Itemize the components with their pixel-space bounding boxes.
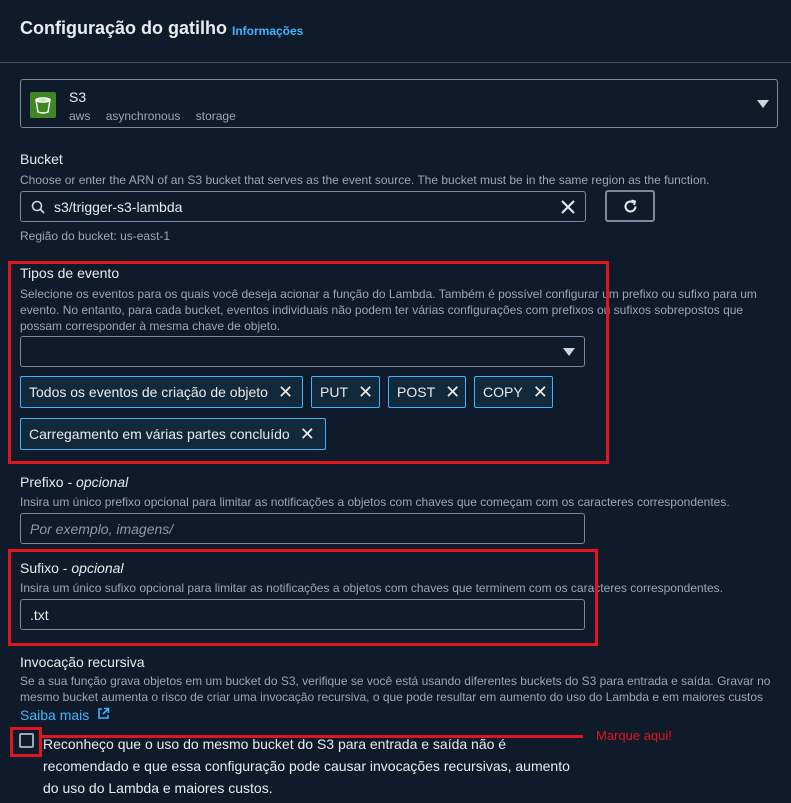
page-title: Configuração do gatilho <box>20 18 227 38</box>
prefix-label: Prefixo - opcional <box>20 474 129 490</box>
caret-down-icon <box>757 100 769 108</box>
prefix-description: Insira um único prefixo opcional para li… <box>20 495 730 509</box>
learn-more-link[interactable]: Saiba mais <box>20 707 110 725</box>
bucket-description: Choose or enter the ARN of an S3 bucket … <box>20 173 710 187</box>
search-icon <box>31 200 45 214</box>
annotation-line <box>42 735 583 738</box>
prefix-placeholder: Por exemplo, imagens/ <box>30 521 174 537</box>
refresh-icon <box>624 199 637 213</box>
source-name: S3 <box>69 89 87 105</box>
source-tags: aws asynchronous storage <box>69 109 248 123</box>
bucket-label: Bucket <box>20 151 63 167</box>
bucket-region: Região do bucket: us-east-1 <box>20 229 171 243</box>
refresh-button[interactable] <box>605 190 655 222</box>
bucket-search-input[interactable]: s3/trigger-s3-lambda <box>20 191 586 222</box>
external-link-icon <box>97 707 110 719</box>
source-select[interactable]: S3 aws asynchronous storage <box>20 79 778 128</box>
prefix-input[interactable]: Por exemplo, imagens/ <box>20 513 585 544</box>
recursive-label: Invocação recursiva <box>20 654 145 670</box>
annotation-text: Marque aqui! <box>596 728 672 743</box>
ack-line: recomendado e que essa configuração pode… <box>43 758 570 774</box>
page-header: Configuração do gatilho Informações <box>0 0 791 63</box>
clear-icon[interactable] <box>561 200 575 214</box>
prefix-label-text: Prefixo <box>20 474 64 490</box>
description-line: mesmo bucket aumenta o risco de criar um… <box>20 690 764 704</box>
recursive-description: Se a sua função grava objetos em um buck… <box>20 673 790 705</box>
highlight-checkbox <box>10 727 42 757</box>
s3-bucket-icon <box>30 92 56 118</box>
source-tag: storage <box>195 109 236 123</box>
highlight-event-types <box>8 261 609 464</box>
info-link[interactable]: Informações <box>232 24 303 38</box>
bucket-value: s3/trigger-s3-lambda <box>54 199 183 215</box>
ack-line: do uso do Lambda e maiores custos. <box>43 780 273 796</box>
highlight-suffix <box>8 549 598 646</box>
description-line: Se a sua função grava objetos em um buck… <box>20 674 771 688</box>
source-tag: asynchronous <box>105 109 181 123</box>
source-tag: aws <box>69 109 91 123</box>
learn-more-text: Saiba mais <box>20 707 90 723</box>
optional-text: opcional <box>76 474 129 490</box>
recursive-ack-text: Reconheço que o uso do mesmo bucket do S… <box>43 733 570 799</box>
